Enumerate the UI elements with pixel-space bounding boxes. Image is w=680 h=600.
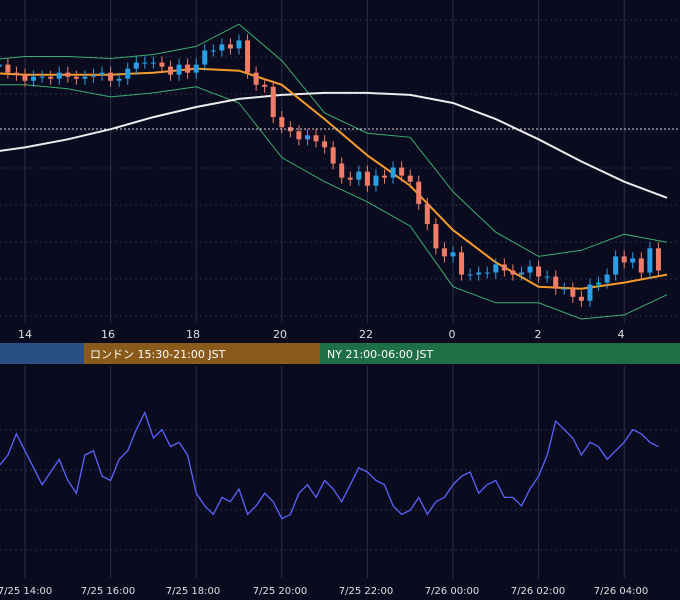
candle-body xyxy=(544,276,550,278)
candle-body xyxy=(142,62,148,64)
candle-body xyxy=(168,66,174,75)
candle-body xyxy=(296,131,302,140)
candle-body xyxy=(433,224,439,249)
candle-body xyxy=(39,76,45,78)
candle-body xyxy=(304,135,310,140)
candle-body xyxy=(604,274,610,283)
candle-body xyxy=(65,72,71,77)
candle-body xyxy=(399,167,405,176)
candle-body xyxy=(647,248,653,273)
candle-body xyxy=(99,72,105,75)
session-tokyo-band xyxy=(0,343,84,364)
candle-body xyxy=(159,62,165,67)
candle-body xyxy=(22,74,28,81)
candle-body xyxy=(279,117,285,128)
bottom-tick-label: 7/26 04:00 xyxy=(594,586,648,597)
candle-body xyxy=(210,50,216,52)
bottom-tick-label: 7/25 20:00 xyxy=(253,586,307,597)
candle-body xyxy=(484,272,490,274)
candle-body xyxy=(322,141,328,148)
top-tick-label: 4 xyxy=(618,328,625,341)
candle-body xyxy=(219,44,225,51)
bottom-tick-label: 7/26 00:00 xyxy=(425,586,479,597)
candle-body xyxy=(125,68,131,79)
candle-body xyxy=(339,163,345,178)
candle-body xyxy=(13,72,19,75)
bottom-tick-label: 7/25 22:00 xyxy=(339,586,393,597)
candle-body xyxy=(262,84,268,87)
candle-body xyxy=(347,177,353,180)
candle-body xyxy=(31,76,37,81)
candle-body xyxy=(596,282,602,285)
candle-body xyxy=(459,252,465,275)
candle-body xyxy=(501,264,507,271)
candle-body xyxy=(330,147,336,164)
top-tick-label: 22 xyxy=(359,328,373,341)
candle-body xyxy=(48,76,54,79)
candle-body xyxy=(82,76,88,79)
candle-body xyxy=(587,284,593,301)
top-tick-label: 20 xyxy=(273,328,287,341)
candle-body xyxy=(313,135,319,142)
candle-body xyxy=(407,175,413,182)
session-bar: ロンドン 15:30-21:00 JST NY 21:00-06:00 JST xyxy=(0,343,680,364)
top-tick-label: 2 xyxy=(535,328,542,341)
candle-body xyxy=(536,266,542,277)
bottom-tick-label: 7/26 02:00 xyxy=(511,586,565,597)
candle-body xyxy=(493,264,499,273)
candle-body xyxy=(441,248,447,257)
candle-body xyxy=(630,258,636,263)
candle-body xyxy=(416,181,422,204)
candle-body xyxy=(364,171,370,186)
candle-body xyxy=(0,64,2,67)
candle-body xyxy=(73,76,79,79)
candle-body xyxy=(270,86,276,118)
session-london-label: ロンドン 15:30-21:00 JST xyxy=(90,348,226,361)
candle-body xyxy=(450,252,456,257)
candle-body xyxy=(56,72,62,79)
candle-body xyxy=(390,167,396,178)
candle-body xyxy=(373,175,379,186)
bottom-tick-label: 7/25 14:00 xyxy=(0,586,52,597)
candle-body xyxy=(227,44,233,49)
candle-body xyxy=(150,62,156,64)
bottom-tick-label: 7/25 16:00 xyxy=(81,586,135,597)
candle-body xyxy=(578,296,584,301)
candle-body xyxy=(5,64,11,73)
candle-body xyxy=(553,276,559,289)
candle-body xyxy=(424,203,430,225)
session-ny-label: NY 21:00-06:00 JST xyxy=(327,348,434,361)
top-tick-label: 0 xyxy=(449,328,456,341)
candle-body xyxy=(202,50,208,65)
top-tick-label: 18 xyxy=(186,328,200,341)
candle-body xyxy=(527,266,533,273)
candle-body xyxy=(655,248,661,271)
bottom-tick-label: 7/25 18:00 xyxy=(166,586,220,597)
top-time-axis: 14 16 18 20 22 0 2 4 xyxy=(0,324,680,342)
candle-body xyxy=(356,171,362,180)
candle-body xyxy=(467,274,473,276)
candle-body xyxy=(253,72,259,85)
candle-body xyxy=(382,175,388,178)
candle-body xyxy=(510,270,516,275)
candle-body xyxy=(570,288,576,297)
candle-body xyxy=(133,62,139,69)
candle-body xyxy=(236,40,242,49)
candle-body xyxy=(245,40,251,73)
chart-root: 14 16 18 20 22 0 2 4 ロンドン 15:30-21:00 JS… xyxy=(0,0,680,600)
candle-body xyxy=(90,74,96,77)
top-tick-label: 16 xyxy=(101,328,115,341)
top-tick-label: 14 xyxy=(18,328,32,341)
candle-body xyxy=(193,64,199,73)
candle-body xyxy=(476,272,482,275)
candle-body xyxy=(116,78,122,81)
candle-body xyxy=(108,72,114,81)
candle-body xyxy=(185,64,191,73)
candle-body xyxy=(621,256,627,263)
candle-body xyxy=(638,258,644,273)
candle-body xyxy=(561,288,567,290)
candle-body xyxy=(518,272,524,275)
candle-body xyxy=(176,64,182,75)
candle-body xyxy=(613,256,619,275)
